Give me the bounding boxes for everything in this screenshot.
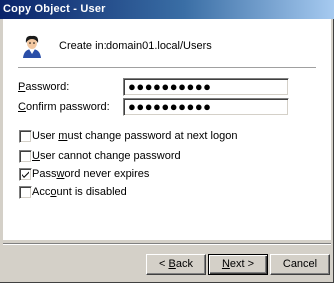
password-label: Password: bbox=[18, 81, 70, 93]
checkbox-box[interactable] bbox=[19, 186, 32, 199]
separator bbox=[18, 67, 316, 69]
user-icon bbox=[21, 34, 43, 58]
checkbox-box[interactable] bbox=[19, 150, 32, 163]
back-button[interactable]: < Back bbox=[146, 254, 206, 275]
password-input[interactable]: ●●●●●●●●●● bbox=[123, 78, 289, 96]
cancel-button[interactable]: Cancel bbox=[270, 254, 330, 275]
window-title: Copy Object - User bbox=[3, 3, 106, 15]
checkbox-box[interactable] bbox=[19, 168, 32, 181]
title-bar: Copy Object - User bbox=[0, 0, 334, 19]
checkbox-label: Account is disabled bbox=[32, 186, 127, 198]
copy-object-user-dialog: Copy Object - User Create in: domain01.l… bbox=[0, 0, 334, 283]
checkmark-icon bbox=[22, 171, 29, 178]
checkbox-label: User must change password at next logon bbox=[32, 130, 238, 142]
confirm-password-label: Confirm password: bbox=[18, 101, 110, 113]
confirm-password-input[interactable]: ●●●●●●●●●● bbox=[123, 98, 289, 116]
checkbox-label: User cannot change password bbox=[32, 150, 181, 162]
dialog-content: Create in: domain01.local/Users Password… bbox=[3, 19, 331, 240]
footer-separator bbox=[3, 243, 331, 245]
checkbox-box[interactable] bbox=[19, 130, 32, 143]
checkbox-label: Password never expires bbox=[32, 168, 150, 180]
next-button[interactable]: Next > bbox=[208, 254, 268, 275]
create-in-path: domain01.local/Users bbox=[106, 40, 212, 52]
create-in-label: Create in: bbox=[59, 40, 107, 52]
